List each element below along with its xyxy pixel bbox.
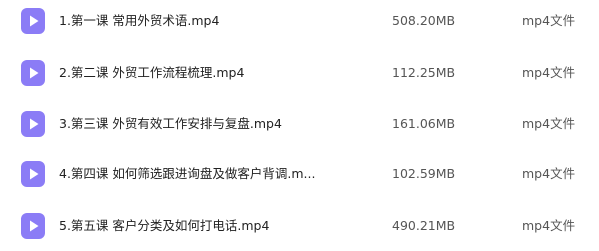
file-type: mp4文件 (522, 65, 576, 80)
file-row[interactable]: 1.第一课 常用外贸术语.mp4 508.20MB mp4文件 (0, 1, 599, 41)
file-name: 2.第二课 外贸工作流程梳理.mp4 (59, 65, 245, 80)
file-type: mp4文件 (522, 218, 576, 233)
video-file-icon (20, 212, 46, 240)
file-row[interactable]: 5.第五课 客户分类及如何打电话.mp4 490.21MB mp4文件 (0, 206, 599, 246)
file-name: 3.第三课 外贸有效工作安排与复盘.mp4 (59, 116, 282, 131)
file-row[interactable]: 3.第三课 外贸有效工作安排与复盘.mp4 161.06MB mp4文件 (0, 104, 599, 144)
file-row[interactable]: 4.第四课 如何筛选跟进询盘及做客户背调.m... 102.59MB mp4文件 (0, 154, 599, 194)
file-size: 508.20MB (392, 13, 456, 28)
file-name: 4.第四课 如何筛选跟进询盘及做客户背调.m... (59, 166, 316, 181)
file-row[interactable]: 2.第二课 外贸工作流程梳理.mp4 112.25MB mp4文件 (0, 53, 599, 93)
file-list: 1.第一课 常用外贸术语.mp4 508.20MB mp4文件 2.第二课 外贸… (0, 0, 599, 251)
file-size: 112.25MB (392, 65, 456, 80)
file-type: mp4文件 (522, 166, 576, 181)
file-type: mp4文件 (522, 116, 576, 131)
file-size: 161.06MB (392, 116, 456, 131)
file-name: 1.第一课 常用外贸术语.mp4 (59, 13, 220, 28)
video-file-icon (20, 110, 46, 138)
file-name: 5.第五课 客户分类及如何打电话.mp4 (59, 218, 270, 233)
video-file-icon (20, 160, 46, 188)
video-file-icon (20, 7, 46, 35)
file-size: 490.21MB (392, 218, 456, 233)
video-file-icon (20, 59, 46, 87)
file-size: 102.59MB (392, 166, 456, 181)
file-type: mp4文件 (522, 13, 576, 28)
